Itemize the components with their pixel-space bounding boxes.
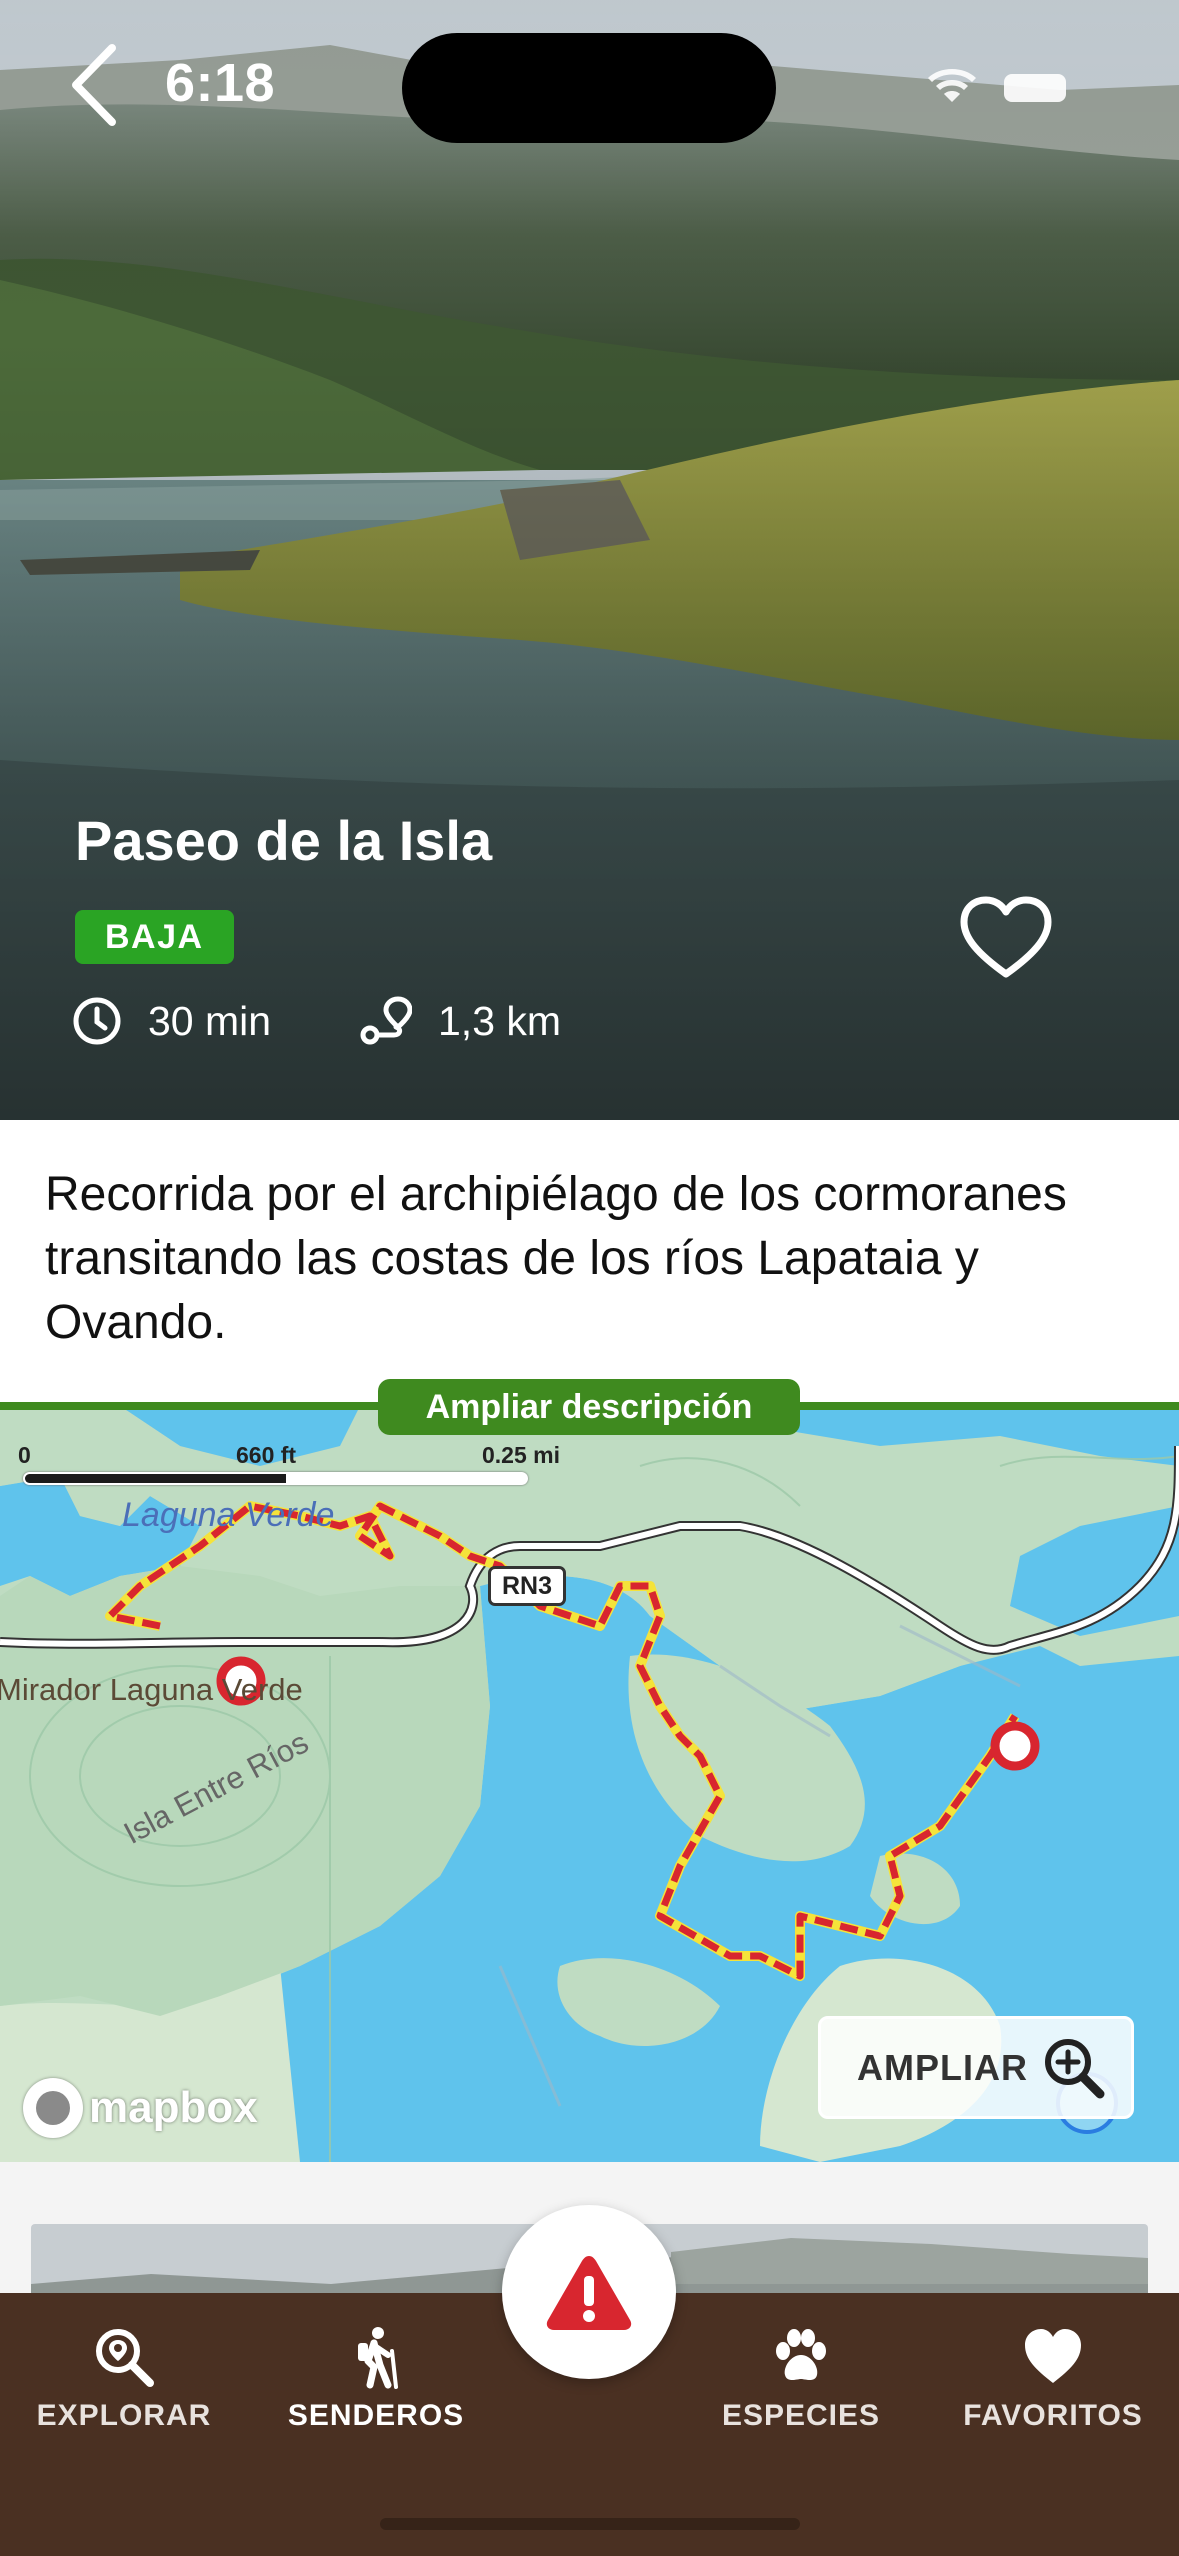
road-shield-rn3: RN3 <box>488 1566 566 1606</box>
mapbox-logo-icon <box>23 2078 83 2138</box>
zoom-map-button[interactable]: AMPLIAR <box>818 2016 1134 2119</box>
scale-zero-label: 0 <box>18 1442 31 1468</box>
duration-value: 30 min <box>148 997 272 1044</box>
tab-especies-label: ESPECIES <box>721 2399 881 2432</box>
mapbox-wordmark: mapbox <box>89 2083 258 2132</box>
home-indicator <box>380 2518 800 2530</box>
trail-title: Paseo de la Isla <box>75 809 493 872</box>
clock-icon <box>73 997 121 1045</box>
hiker-icon <box>358 2327 398 2389</box>
status-time: 6:18 <box>165 53 276 113</box>
wifi-icon <box>928 69 976 102</box>
trail-duration: 30 min <box>72 990 271 1052</box>
route-icon <box>360 996 412 1045</box>
map-label-mirador: Mirador Laguna Verde <box>0 1672 303 1707</box>
trail-description: Recorrida por el archipiélago de los cor… <box>45 1168 1067 1349</box>
search-location-icon <box>96 2329 154 2387</box>
map-scale-bar <box>23 1472 528 1485</box>
favorite-heart-icon[interactable] <box>958 894 1054 984</box>
tab-senderos[interactable]: SENDEROS <box>261 2325 491 2435</box>
zoom-in-icon <box>1045 2038 1105 2098</box>
tab-favoritos[interactable]: FAVORITOS <box>938 2325 1168 2435</box>
dynamic-island <box>402 33 776 143</box>
zoom-map-label: AMPLIAR <box>857 2046 1028 2088</box>
tab-senderos-label: SENDEROS <box>287 2399 465 2432</box>
tab-explorar[interactable]: EXPLORAR <box>9 2325 239 2435</box>
scale-miles-label: 0.25 mi <box>482 1442 560 1468</box>
scale-feet-label: 660 ft <box>236 1442 297 1468</box>
expand-description-button[interactable]: Ampliar descripción <box>378 1379 800 1435</box>
battery-icon <box>1004 74 1066 102</box>
trail-distance: 1,3 km <box>360 990 561 1052</box>
warning-triangle-icon <box>546 2256 632 2330</box>
alert-button[interactable] <box>502 2205 676 2379</box>
map-label-laguna: Laguna Verde <box>122 1496 335 1534</box>
paw-icon <box>776 2329 826 2380</box>
tab-favoritos-label: FAVORITOS <box>963 2399 1143 2432</box>
mapbox-logo: mapbox <box>23 2076 258 2140</box>
status-icons <box>928 69 1066 102</box>
difficulty-badge: BAJA <box>75 910 234 964</box>
route-end-marker <box>990 1721 1040 1771</box>
tab-explorar-label: EXPLORAR <box>36 2399 212 2432</box>
heart-icon <box>1025 2329 1081 2383</box>
back-chevron-icon[interactable] <box>62 40 132 130</box>
tab-especies[interactable]: ESPECIES <box>686 2325 916 2435</box>
distance-value: 1,3 km <box>438 997 562 1044</box>
